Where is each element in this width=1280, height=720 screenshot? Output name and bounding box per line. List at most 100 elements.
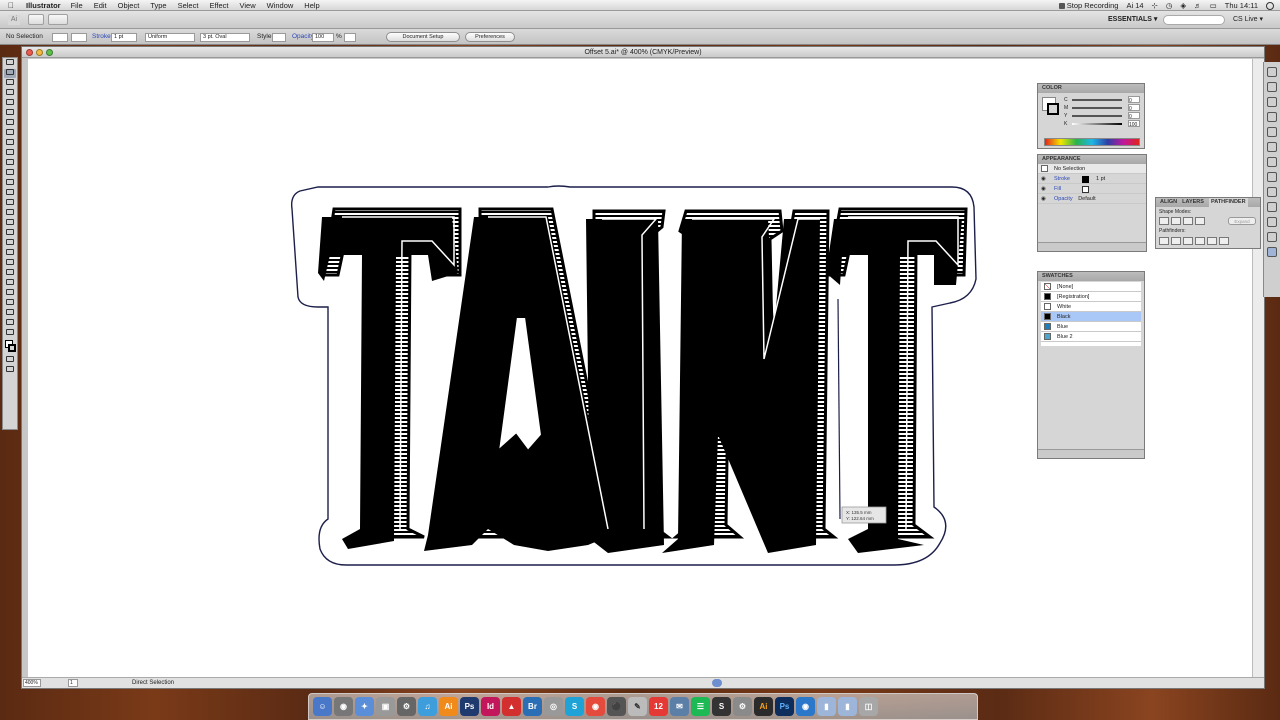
zoom-tool[interactable] bbox=[4, 329, 16, 338]
spotify-icon[interactable]: ☰ bbox=[691, 697, 710, 716]
system-prefs-icon[interactable]: ⚙ bbox=[397, 697, 416, 716]
illustrator-dock-icon-2[interactable]: Ai bbox=[754, 697, 773, 716]
perspective-grid-tool[interactable] bbox=[4, 229, 16, 238]
color-guide-icon[interactable] bbox=[1267, 82, 1277, 92]
close-window-button[interactable] bbox=[26, 49, 33, 56]
preview-icon[interactable]: ▣ bbox=[376, 697, 395, 716]
tab-align[interactable]: ALIGN bbox=[1160, 198, 1177, 207]
workspace-switcher[interactable]: ESSENTIALS ▾ bbox=[1108, 15, 1157, 23]
bluetooth-icon[interactable]: ⊹ bbox=[1152, 1, 1158, 10]
indesign-dock-icon[interactable]: Id bbox=[481, 697, 500, 716]
magic-wand-tool[interactable] bbox=[4, 79, 16, 88]
horizontal-scrollbar[interactable]: 400% 1 Direct Selection bbox=[22, 677, 1264, 688]
appearance-panel-title[interactable]: APPEARANCE bbox=[1038, 155, 1146, 164]
appearance-row-fill[interactable]: ◉ Fill bbox=[1038, 184, 1146, 194]
unite-button[interactable] bbox=[1159, 217, 1169, 225]
scale-tool[interactable] bbox=[4, 189, 16, 198]
slider-m[interactable]: M0 bbox=[1064, 104, 1144, 112]
expand-button[interactable]: Expand bbox=[1228, 217, 1256, 225]
opacity-link[interactable]: Opacity bbox=[292, 33, 314, 40]
swatch-white[interactable]: White bbox=[1041, 302, 1141, 312]
menu-file[interactable]: File bbox=[71, 1, 83, 10]
screenflow-icon[interactable]: ◎ bbox=[544, 697, 563, 716]
skype-icon[interactable]: S bbox=[565, 697, 584, 716]
line-tool[interactable] bbox=[4, 119, 16, 128]
recolor-artwork-button[interactable] bbox=[344, 33, 356, 42]
swatches-panel-title[interactable]: SWATCHES bbox=[1038, 272, 1144, 281]
swatches-panel-icon[interactable] bbox=[1267, 97, 1277, 107]
color-panel-icon[interactable] bbox=[1267, 67, 1277, 77]
appearance-fill-label[interactable]: Fill bbox=[1054, 186, 1061, 192]
menu-view[interactable]: View bbox=[239, 1, 255, 10]
slider-k-value[interactable]: 100 bbox=[1128, 120, 1140, 128]
color-stroke-proxy[interactable] bbox=[1047, 103, 1059, 115]
slider-y[interactable]: Y0 bbox=[1064, 112, 1144, 120]
acrobat-dock-icon[interactable]: ▲ bbox=[502, 697, 521, 716]
blend-tool[interactable] bbox=[4, 269, 16, 278]
divide-button[interactable] bbox=[1159, 237, 1169, 245]
menu-select[interactable]: Select bbox=[178, 1, 199, 10]
color-spectrum-bar[interactable] bbox=[1044, 138, 1140, 146]
opacity-field[interactable]: 100 bbox=[312, 33, 334, 42]
menu-edit[interactable]: Edit bbox=[94, 1, 107, 10]
dashboard-icon[interactable]: ◉ bbox=[334, 697, 353, 716]
width-tool[interactable] bbox=[4, 199, 16, 208]
appearance-row-stroke[interactable]: ◉ Stroke 1 pt bbox=[1038, 174, 1146, 184]
blob-brush-tool[interactable] bbox=[4, 159, 16, 168]
paintbrush-tool[interactable] bbox=[4, 139, 16, 148]
bridge-button[interactable] bbox=[28, 14, 44, 25]
swatch-blue[interactable]: Blue bbox=[1041, 322, 1141, 332]
artboard-tool[interactable] bbox=[4, 299, 16, 308]
lasso-tool[interactable] bbox=[4, 89, 16, 98]
column-graph-tool[interactable] bbox=[4, 289, 16, 298]
slider-c-value[interactable]: 0 bbox=[1128, 96, 1140, 104]
artboard-number-field[interactable]: 1 bbox=[68, 679, 78, 687]
rectangle-tool[interactable] bbox=[4, 129, 16, 138]
swatch-black[interactable]: Black bbox=[1041, 312, 1141, 322]
downloads-folder-icon[interactable]: ▮ bbox=[838, 697, 857, 716]
wifi-icon[interactable]: ◈ bbox=[1180, 1, 1186, 10]
visibility-eye-icon[interactable]: ◉ bbox=[1041, 194, 1046, 204]
pen-tool[interactable] bbox=[4, 99, 16, 108]
illustrator-dock-icon[interactable]: Ai bbox=[439, 697, 458, 716]
intersect-button[interactable] bbox=[1183, 217, 1193, 225]
tab-pathfinder[interactable]: PATHFINDER bbox=[1208, 198, 1248, 207]
swatch-blue-2[interactable]: Blue 2 bbox=[1041, 332, 1141, 342]
minimize-window-button[interactable] bbox=[36, 49, 43, 56]
apple-menu-icon[interactable]:  bbox=[8, 1, 18, 10]
exclude-button[interactable] bbox=[1195, 217, 1205, 225]
gradient-tool[interactable] bbox=[4, 249, 16, 258]
drawing-modes[interactable] bbox=[4, 356, 16, 365]
stroke-panel-icon[interactable] bbox=[1267, 142, 1277, 152]
battery-icon[interactable]: ▭ bbox=[1210, 1, 1217, 10]
menu-app-name[interactable]: Illustrator bbox=[26, 1, 61, 10]
crop-button[interactable] bbox=[1195, 237, 1205, 245]
stroke-color-chip[interactable] bbox=[1082, 176, 1089, 183]
appearance-panel-icon[interactable] bbox=[1267, 187, 1277, 197]
arrange-documents-button[interactable] bbox=[48, 14, 68, 25]
zoom-window-button[interactable] bbox=[46, 49, 53, 56]
pathfinder-panel-icon[interactable] bbox=[1267, 247, 1277, 257]
outline-button[interactable] bbox=[1207, 237, 1217, 245]
clock[interactable]: Thu 14:11 bbox=[1225, 1, 1258, 10]
minus-front-button[interactable] bbox=[1171, 217, 1181, 225]
spotlight-icon[interactable] bbox=[1266, 1, 1274, 10]
style-picker[interactable] bbox=[272, 33, 286, 42]
camera-icon[interactable]: ⚫ bbox=[607, 697, 626, 716]
symbol-sprayer-tool[interactable] bbox=[4, 279, 16, 288]
layers-panel-icon[interactable] bbox=[1267, 217, 1277, 227]
appearance-opacity-label[interactable]: Opacity bbox=[1054, 196, 1073, 202]
preferences-button[interactable]: Preferences bbox=[465, 32, 515, 42]
itunes-icon[interactable]: ♫ bbox=[418, 697, 437, 716]
chrome-icon[interactable]: ◉ bbox=[586, 697, 605, 716]
selection-tool[interactable] bbox=[4, 59, 16, 68]
color-panel-title[interactable]: COLOR bbox=[1038, 84, 1144, 93]
graphic-styles-icon[interactable] bbox=[1267, 202, 1277, 212]
menu-type[interactable]: Type bbox=[150, 1, 166, 10]
sonos-icon[interactable]: S bbox=[712, 697, 731, 716]
screen-mode[interactable] bbox=[4, 366, 16, 375]
type-tool[interactable] bbox=[4, 109, 16, 118]
rotate-tool[interactable] bbox=[4, 179, 16, 188]
appearance-row-opacity[interactable]: ◉ Opacity Default bbox=[1038, 194, 1146, 204]
volume-icon[interactable]: ♬ bbox=[1194, 1, 1202, 10]
